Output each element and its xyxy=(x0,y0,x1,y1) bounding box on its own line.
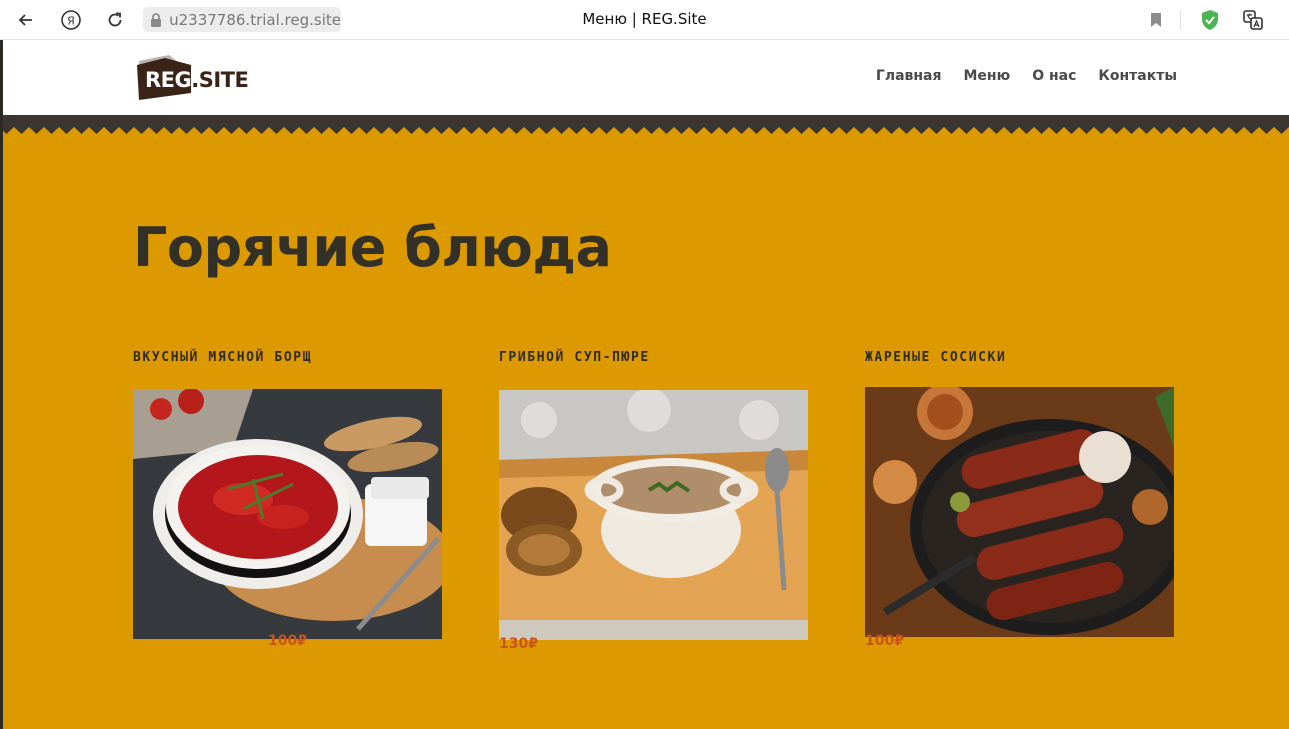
translate-button[interactable] xyxy=(1241,8,1265,32)
arrow-left-icon xyxy=(18,14,32,26)
logo-site-text: .SITE xyxy=(191,68,249,92)
fried-sausages-photo xyxy=(865,387,1174,637)
zigzag-divider xyxy=(3,115,1289,137)
nav-link-home[interactable]: Главная xyxy=(876,68,942,84)
translate-icon xyxy=(1243,10,1263,30)
yandex-icon: Я xyxy=(61,10,81,30)
dish-name: ГРИБНОЙ СУП-ПЮРЕ xyxy=(499,350,650,365)
yandex-button[interactable]: Я xyxy=(57,6,85,34)
logo-reg-text: REG xyxy=(145,68,192,92)
svg-text:Я: Я xyxy=(67,15,75,28)
url-text: u2337786.trial.reg.site xyxy=(169,10,341,29)
browser-toolbar: Я u2337786.trial.reg.site Меню | REG.Sit… xyxy=(0,0,1289,40)
site-logo[interactable]: REG.SITE xyxy=(135,53,249,101)
section-heading: Горячие блюда xyxy=(133,216,612,279)
nav-link-contacts[interactable]: Контакты xyxy=(1098,68,1177,84)
protect-button[interactable] xyxy=(1198,8,1222,32)
menu-section: Горячие блюда ВКУСНЫЙ МЯСНОЙ БОРЩ 100₽ Г… xyxy=(3,136,1289,729)
dish-price: 130₽ xyxy=(499,636,538,652)
dish-price: 100₽ xyxy=(268,633,307,649)
toolbar-divider xyxy=(1180,10,1181,30)
dish-card: ГРИБНОЙ СУП-ПЮРЕ 130₽ xyxy=(499,350,808,652)
dish-name: ЖАРЕНЫЕ СОСИСКИ xyxy=(865,350,1007,365)
borscht-photo xyxy=(133,389,442,639)
main-nav: Главная Меню О нас Контакты xyxy=(876,68,1177,84)
address-bar[interactable]: u2337786.trial.reg.site xyxy=(143,7,341,32)
nav-link-menu[interactable]: Меню xyxy=(964,68,1011,84)
shield-check-icon xyxy=(1202,10,1218,30)
site-header: REG.SITE Главная Меню О нас Контакты xyxy=(3,40,1289,116)
mushroom-soup-photo xyxy=(499,390,808,640)
nav-link-about[interactable]: О нас xyxy=(1032,68,1076,84)
dish-card: ЖАРЕНЫЕ СОСИСКИ 100₽ xyxy=(865,350,1174,649)
dish-name: ВКУСНЫЙ МЯСНОЙ БОРЩ xyxy=(133,350,313,365)
lock-icon xyxy=(149,10,163,30)
dish-card: ВКУСНЫЙ МЯСНОЙ БОРЩ 100₽ xyxy=(133,350,442,649)
bookmark-icon xyxy=(1151,13,1161,27)
bookmark-button[interactable] xyxy=(1144,8,1168,32)
reload-button[interactable] xyxy=(101,6,129,34)
back-button[interactable] xyxy=(12,6,40,34)
reload-icon xyxy=(108,12,122,27)
dish-price: 100₽ xyxy=(865,633,904,649)
